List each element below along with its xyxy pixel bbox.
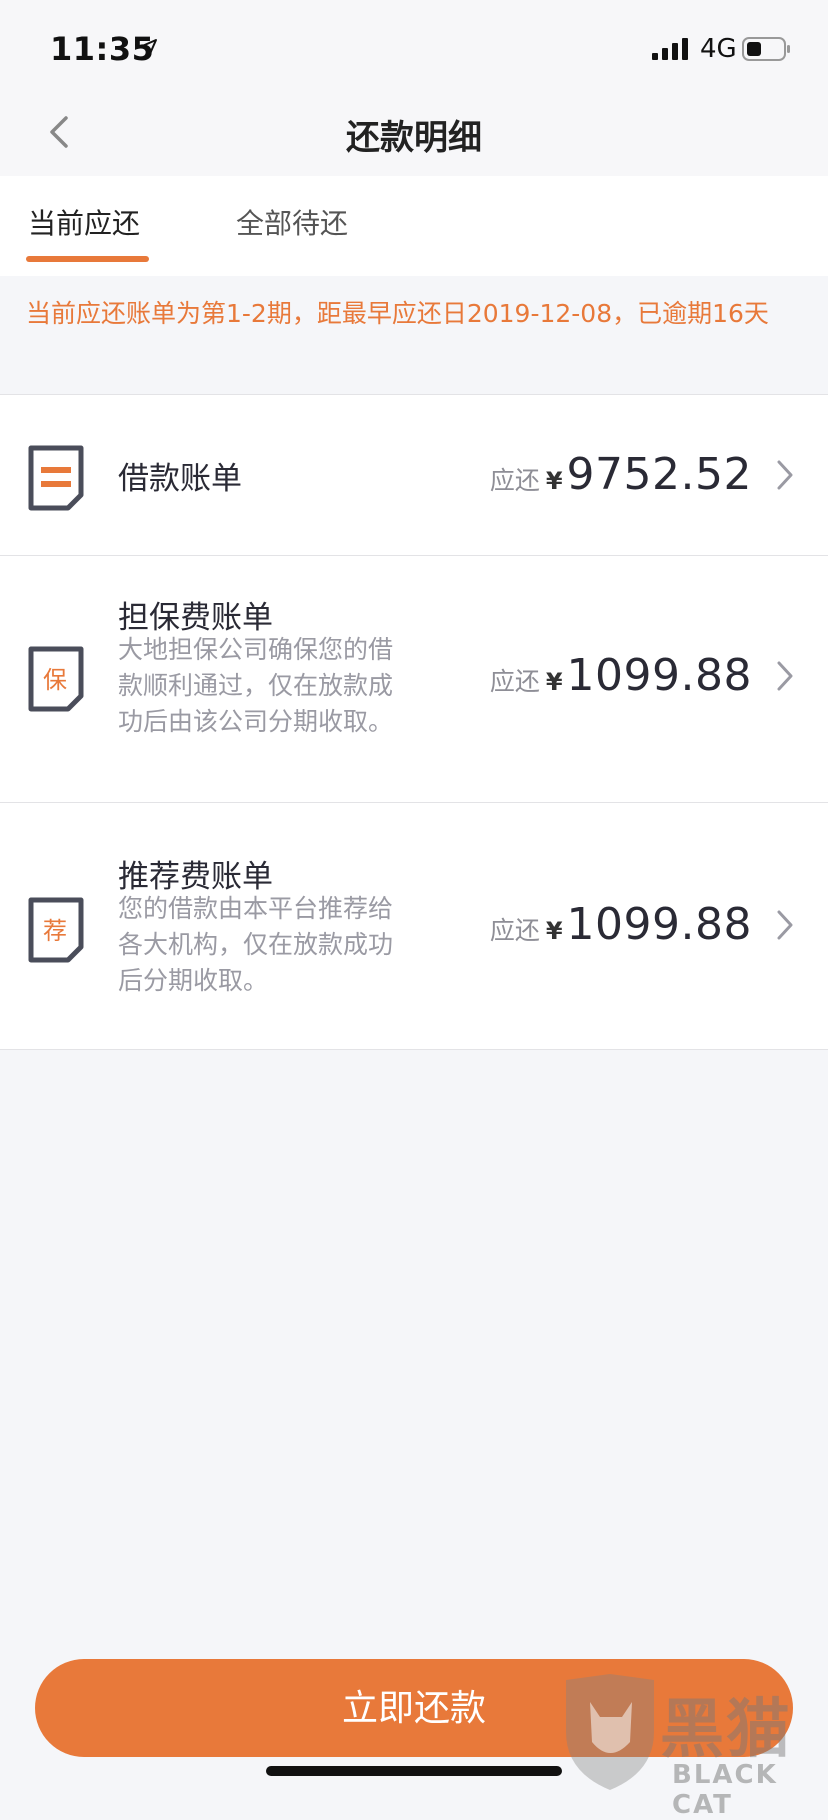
- bill-name: 借款账单: [118, 461, 242, 497]
- amount-value: 1099.88: [566, 650, 752, 701]
- guarantee-icon-char: 保: [43, 666, 67, 694]
- bill-list: 借款账单 应还 ¥ 9752.52 保 担保费账单 大地担保公司确保您的借款顺利…: [0, 394, 828, 1050]
- page-title: 还款明细: [346, 118, 482, 158]
- list-divider: [0, 1049, 828, 1050]
- status-bar: 11:35 4G: [0, 0, 828, 96]
- watermark-subtext: BLACK CAT: [672, 1760, 778, 1820]
- overdue-notice-text: 当前应还账单为第1-2期，距最早应还日2019-12-08，已逾期16天: [26, 299, 769, 328]
- bill-amount: 应还 ¥ 1099.88: [490, 899, 752, 950]
- bill-amount: 应还 ¥ 9752.52: [490, 449, 752, 500]
- currency-symbol: ¥: [545, 467, 563, 495]
- bill-description: 大地担保公司确保您的借款顺利通过，仅在放款成功后由该公司分期收取。: [118, 635, 394, 736]
- chevron-right-icon: [777, 661, 793, 691]
- cellular-signal-icon: [652, 38, 688, 60]
- due-label: 应还: [489, 667, 540, 696]
- due-label: 应还: [489, 466, 540, 495]
- guarantee-bill-icon: 保: [28, 646, 84, 712]
- overdue-notice: 当前应还账单为第1-2期，距最早应还日2019-12-08，已逾期16天: [0, 276, 828, 394]
- bill-amount: 应还 ¥ 1099.88: [490, 650, 752, 701]
- bill-description: 您的借款由本平台推荐给各大机构，仅在放款成功后分期收取。: [118, 894, 394, 995]
- bill-item-guarantee-fee[interactable]: 保 担保费账单 大地担保公司确保您的借款顺利通过，仅在放款成功后由该公司分期收取…: [0, 555, 828, 802]
- amount-value: 1099.88: [566, 899, 752, 950]
- recommendation-bill-icon: 荐: [28, 897, 84, 963]
- battery-icon: [742, 37, 790, 61]
- location-arrow-icon: [139, 39, 157, 57]
- tab-all-pending[interactable]: 全部待还: [236, 202, 348, 242]
- bill-item-recommendation-fee[interactable]: 荐 推荐费账单 您的借款由本平台推荐给各大机构，仅在放款成功后分期收取。 应还 …: [0, 802, 828, 1049]
- active-tab-indicator: [26, 256, 149, 262]
- currency-symbol: ¥: [545, 668, 563, 696]
- loan-bill-icon: [28, 445, 84, 511]
- bill-name: 推荐费账单: [118, 859, 273, 895]
- cat-shield-logo-icon: [566, 1674, 654, 1790]
- amount-value: 9752.52: [566, 449, 752, 500]
- due-label: 应还: [489, 916, 540, 945]
- network-type: 4G: [700, 34, 737, 64]
- tab-current-due[interactable]: 当前应还: [28, 202, 140, 242]
- nav-bar: 还款明细: [0, 96, 828, 176]
- watermark-text: 黑猫: [660, 1693, 792, 1767]
- home-indicator: [266, 1766, 562, 1776]
- chevron-right-icon: [777, 460, 793, 490]
- tab-bar: 当前应还 全部待还: [0, 176, 828, 276]
- currency-symbol: ¥: [545, 917, 563, 945]
- bill-item-loan[interactable]: 借款账单 应还 ¥ 9752.52: [0, 394, 828, 555]
- bill-name: 担保费账单: [118, 600, 273, 636]
- chevron-right-icon: [777, 910, 793, 940]
- recommendation-icon-char: 荐: [43, 917, 67, 945]
- black-cat-watermark: 黑猫 BLACK CAT: [560, 1672, 828, 1820]
